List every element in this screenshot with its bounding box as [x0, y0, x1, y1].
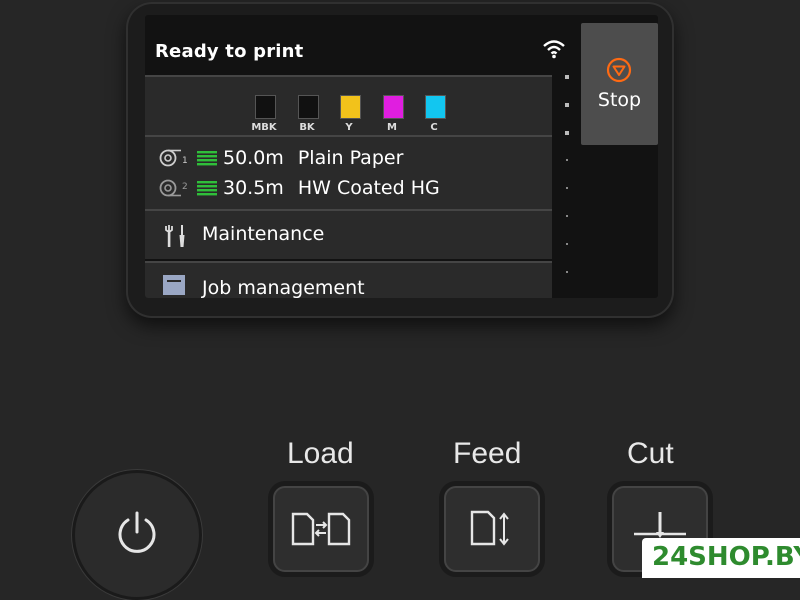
scroll-dot [566, 159, 568, 161]
roll-2-length: 30.5m [223, 177, 284, 199]
power-icon [118, 511, 156, 553]
feed-paper-icon [470, 510, 509, 546]
ink-cartridge-c [425, 95, 446, 119]
touch-screen: Ready to print MBK BK Y M C 1 50.0m Plai… [145, 15, 658, 298]
roll-1-length: 50.0m [223, 147, 284, 169]
ink-cartridge-bk [298, 95, 319, 119]
stop-icon [606, 57, 632, 83]
watermark-badge: 24SHOP.BY [642, 538, 800, 578]
paper-rolls-panel[interactable]: 1 50.0m Plain Paper 2 30.5m HW Coated HG [145, 135, 552, 209]
scroll-dot [565, 131, 569, 135]
status-text: Ready to print [155, 41, 304, 62]
svg-text:2: 2 [182, 182, 188, 192]
ink-label-m: M [387, 122, 397, 133]
stop-button[interactable]: Stop [581, 23, 658, 145]
roll-level-icon [197, 151, 217, 166]
maintenance-tools-icon [165, 225, 185, 247]
ink-label-y: Y [345, 122, 353, 133]
ink-label-bk: BK [299, 122, 315, 133]
load-paper-icon [291, 512, 351, 546]
ink-cartridge-m [383, 95, 404, 119]
feed-button[interactable] [444, 486, 540, 572]
paper-roll-icon: 1 [159, 149, 188, 167]
maintenance-label: Maintenance [202, 223, 325, 245]
roll-2-row: 2 30.5m HW Coated HG [159, 175, 440, 201]
maintenance-menu-item[interactable]: Maintenance [145, 209, 552, 259]
ink-cartridge-mbk [255, 95, 276, 119]
job-list-icon [163, 275, 185, 295]
cut-label: Cut [627, 437, 674, 470]
roll-1-row: 1 50.0m Plain Paper [159, 145, 403, 171]
feed-label: Feed [453, 437, 522, 470]
wifi-icon [543, 40, 565, 59]
watermark-text: 24SHOP.BY [652, 542, 800, 572]
scroll-dot [566, 271, 568, 273]
paper-roll-icon: 2 [159, 179, 188, 197]
ink-label-mbk: MBK [251, 122, 277, 133]
load-button[interactable] [273, 486, 369, 572]
scroll-dot [566, 243, 568, 245]
scroll-dot [566, 215, 568, 217]
job-management-label: Job management [202, 277, 365, 298]
load-label: Load [287, 437, 354, 470]
stop-label: Stop [597, 89, 642, 111]
ink-cartridge-y [340, 95, 361, 119]
power-button[interactable] [72, 470, 202, 600]
ink-label-c: C [430, 122, 438, 133]
job-management-menu-item[interactable]: Job management [145, 261, 552, 298]
scroll-dot [566, 187, 568, 189]
roll-level-icon [197, 181, 217, 196]
svg-text:1: 1 [182, 156, 188, 166]
roll-1-media: Plain Paper [297, 147, 404, 169]
scroll-indicator[interactable] [562, 75, 572, 295]
scroll-dot [565, 103, 569, 107]
scroll-dot [565, 75, 569, 79]
roll-2-media: HW Coated HG [297, 177, 440, 199]
